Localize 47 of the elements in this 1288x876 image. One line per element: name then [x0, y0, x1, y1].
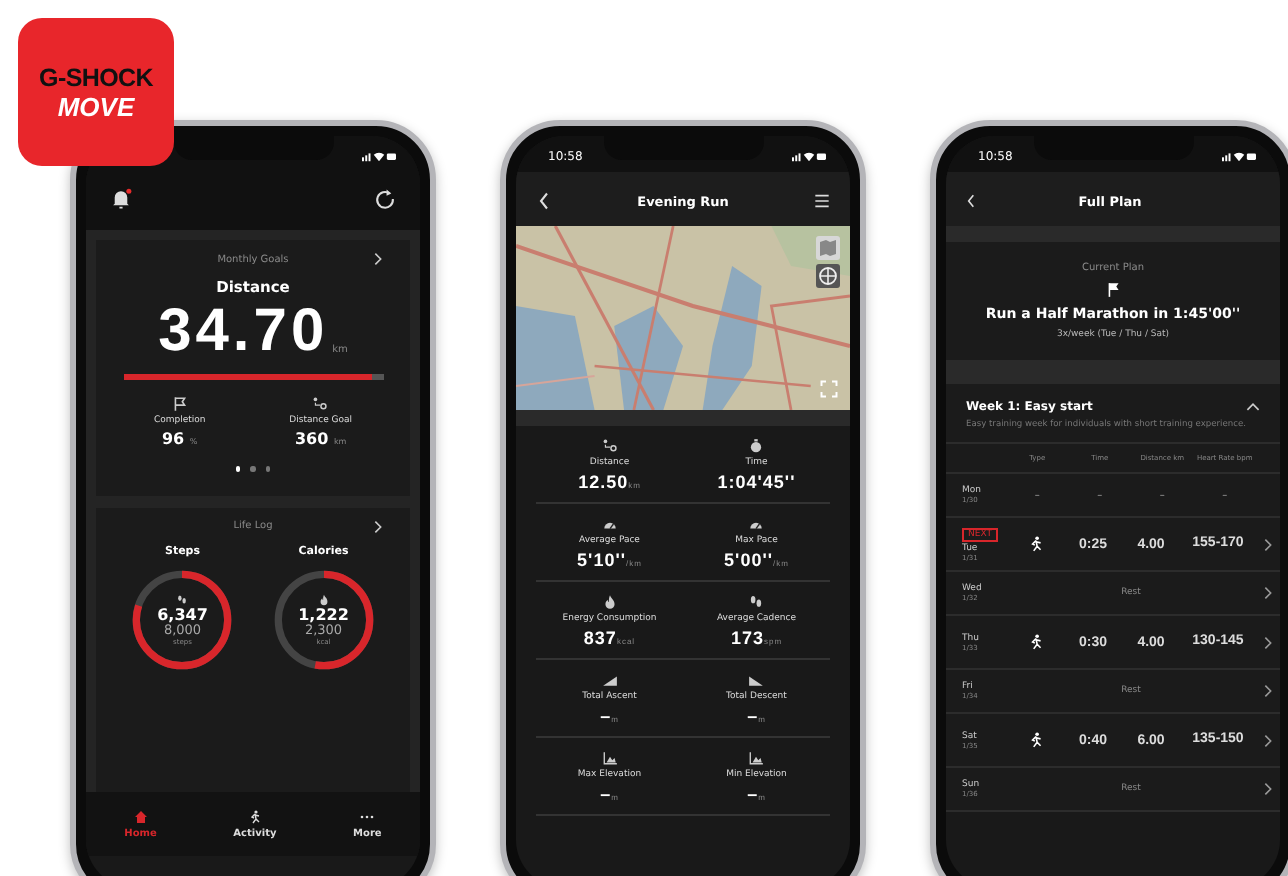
chevron-right-icon[interactable] [374, 519, 382, 533]
route-icon [601, 438, 618, 454]
page-indicator-dot[interactable] [250, 466, 256, 471]
progress-ring [269, 565, 378, 673]
back-icon[interactable] [536, 192, 552, 210]
status-icons [1222, 150, 1256, 162]
chevron-right-icon[interactable] [1264, 586, 1272, 600]
chevron-right-icon[interactable] [1264, 537, 1272, 551]
footprints-icon [176, 593, 189, 605]
ring-value: 1,222 [298, 605, 349, 623]
progress-ring [128, 565, 237, 673]
flame-icon [317, 593, 330, 605]
flag-icon [1105, 282, 1121, 298]
page-indicator-dot[interactable] [235, 466, 241, 471]
chevron-right-icon[interactable] [1264, 782, 1272, 796]
page-indicator-dot[interactable] [265, 466, 271, 471]
menu-icon[interactable] [814, 192, 830, 210]
runner-icon [247, 809, 262, 823]
chevron-right-icon[interactable] [1264, 733, 1272, 747]
ascent-icon [601, 672, 618, 688]
flag-icon [171, 396, 188, 412]
globe-icon[interactable] [816, 264, 840, 288]
collapse-caret-icon[interactable] [1246, 400, 1260, 414]
stopwatch-icon [748, 438, 765, 454]
runner-icon [1027, 634, 1043, 650]
back-icon[interactable] [966, 194, 976, 208]
bell-icon[interactable] [110, 188, 132, 210]
flame-icon [601, 594, 618, 610]
ring-value: 6,347 [157, 605, 208, 623]
chevron-right-icon[interactable] [1264, 635, 1272, 649]
logo-text: G-SHOCK [39, 63, 153, 91]
stat-value: 1:04'45'' [717, 472, 796, 492]
runner-icon [1027, 732, 1043, 748]
descent-icon [748, 672, 765, 688]
route-icon [312, 396, 329, 412]
runner-icon [1027, 536, 1043, 552]
chevron-right-icon[interactable] [1264, 684, 1272, 698]
logo-subtext: MOVE [57, 91, 135, 121]
chevron-right-icon[interactable] [374, 252, 382, 266]
elevation-chart-icon [601, 750, 618, 766]
refresh-icon[interactable] [374, 188, 396, 210]
home-icon [133, 809, 148, 823]
footprints-icon [748, 594, 765, 610]
status-icons [792, 150, 826, 162]
distance-value: 34.70 [158, 302, 329, 362]
elevation-chart-icon [748, 750, 765, 766]
status-icons [362, 150, 396, 162]
